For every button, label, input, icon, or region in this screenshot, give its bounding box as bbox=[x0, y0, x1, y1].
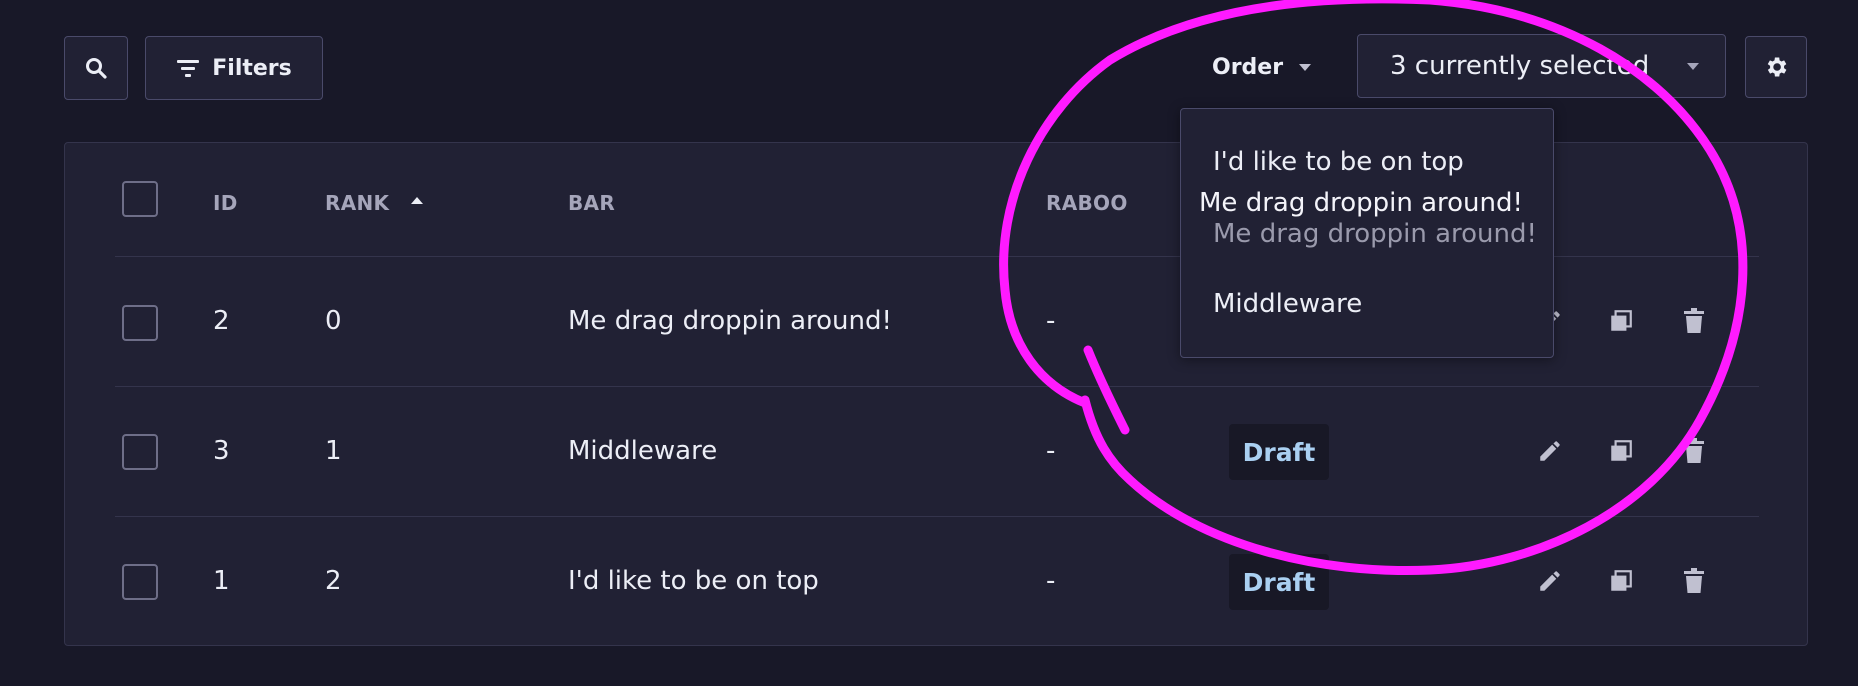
cell-raboo: - bbox=[1046, 566, 1056, 596]
column-header-rank[interactable]: RANK bbox=[325, 191, 389, 215]
trash-icon bbox=[1684, 438, 1704, 463]
search-button[interactable] bbox=[64, 36, 128, 100]
trash-icon bbox=[1684, 308, 1704, 333]
order-dropdown: I'd like to be on top Me drag droppin ar… bbox=[1180, 108, 1554, 358]
edit-button[interactable] bbox=[1535, 566, 1565, 596]
column-header-id[interactable]: ID bbox=[213, 191, 238, 215]
duplicate-icon bbox=[1611, 440, 1632, 461]
cell-id: 3 bbox=[213, 436, 230, 466]
delete-button[interactable] bbox=[1679, 306, 1709, 336]
order-option[interactable]: Middleware bbox=[1213, 289, 1362, 319]
filters-label: Filters bbox=[212, 55, 292, 81]
dragged-option[interactable]: Me drag droppin around! bbox=[1199, 188, 1523, 218]
filter-icon bbox=[177, 60, 200, 77]
cell-raboo: - bbox=[1046, 306, 1056, 336]
pencil-icon bbox=[1540, 571, 1560, 591]
row-checkbox[interactable] bbox=[122, 434, 158, 470]
cell-bar: I'd like to be on top bbox=[568, 566, 819, 596]
cell-bar: Me drag droppin around! bbox=[568, 306, 892, 336]
cell-bar: Middleware bbox=[568, 436, 718, 466]
trash-icon bbox=[1684, 568, 1704, 593]
row-checkbox[interactable] bbox=[122, 564, 158, 600]
column-select[interactable]: 3 currently selected bbox=[1357, 34, 1726, 98]
order-button[interactable]: Order bbox=[1204, 34, 1354, 100]
select-all-checkbox[interactable] bbox=[122, 181, 158, 217]
order-label: Order bbox=[1212, 54, 1284, 80]
pencil-icon bbox=[1540, 441, 1560, 461]
duplicate-icon bbox=[1611, 310, 1632, 331]
caret-down-icon bbox=[1687, 63, 1699, 70]
filters-button[interactable]: Filters bbox=[145, 36, 323, 100]
select-value: 3 currently selected bbox=[1390, 51, 1650, 81]
cell-raboo: - bbox=[1046, 436, 1056, 466]
settings-button[interactable] bbox=[1745, 36, 1807, 98]
row-checkbox[interactable] bbox=[122, 305, 158, 341]
column-header-raboo[interactable]: RABOO bbox=[1046, 191, 1128, 215]
cell-rank: 2 bbox=[325, 566, 342, 596]
order-option[interactable]: Me drag droppin around! bbox=[1213, 219, 1537, 249]
duplicate-icon bbox=[1611, 570, 1632, 591]
cell-id: 1 bbox=[213, 566, 230, 596]
row-divider bbox=[115, 516, 1759, 517]
status-badge: Draft bbox=[1229, 424, 1329, 480]
cell-id: 2 bbox=[213, 306, 230, 336]
cell-rank: 0 bbox=[325, 306, 342, 336]
sort-ascending-icon[interactable] bbox=[409, 195, 425, 205]
duplicate-button[interactable] bbox=[1606, 566, 1636, 596]
row-divider bbox=[115, 386, 1759, 387]
duplicate-button[interactable] bbox=[1606, 436, 1636, 466]
delete-button[interactable] bbox=[1679, 566, 1709, 596]
delete-button[interactable] bbox=[1679, 436, 1709, 466]
duplicate-button[interactable] bbox=[1606, 306, 1636, 336]
cell-rank: 1 bbox=[325, 436, 342, 466]
order-option[interactable]: I'd like to be on top bbox=[1213, 147, 1464, 177]
status-badge: Draft bbox=[1229, 554, 1329, 610]
search-icon bbox=[86, 58, 107, 79]
column-header-bar[interactable]: BAR bbox=[568, 191, 615, 215]
edit-button[interactable] bbox=[1535, 436, 1565, 466]
gear-icon bbox=[1767, 57, 1787, 77]
caret-down-icon bbox=[1299, 64, 1312, 71]
